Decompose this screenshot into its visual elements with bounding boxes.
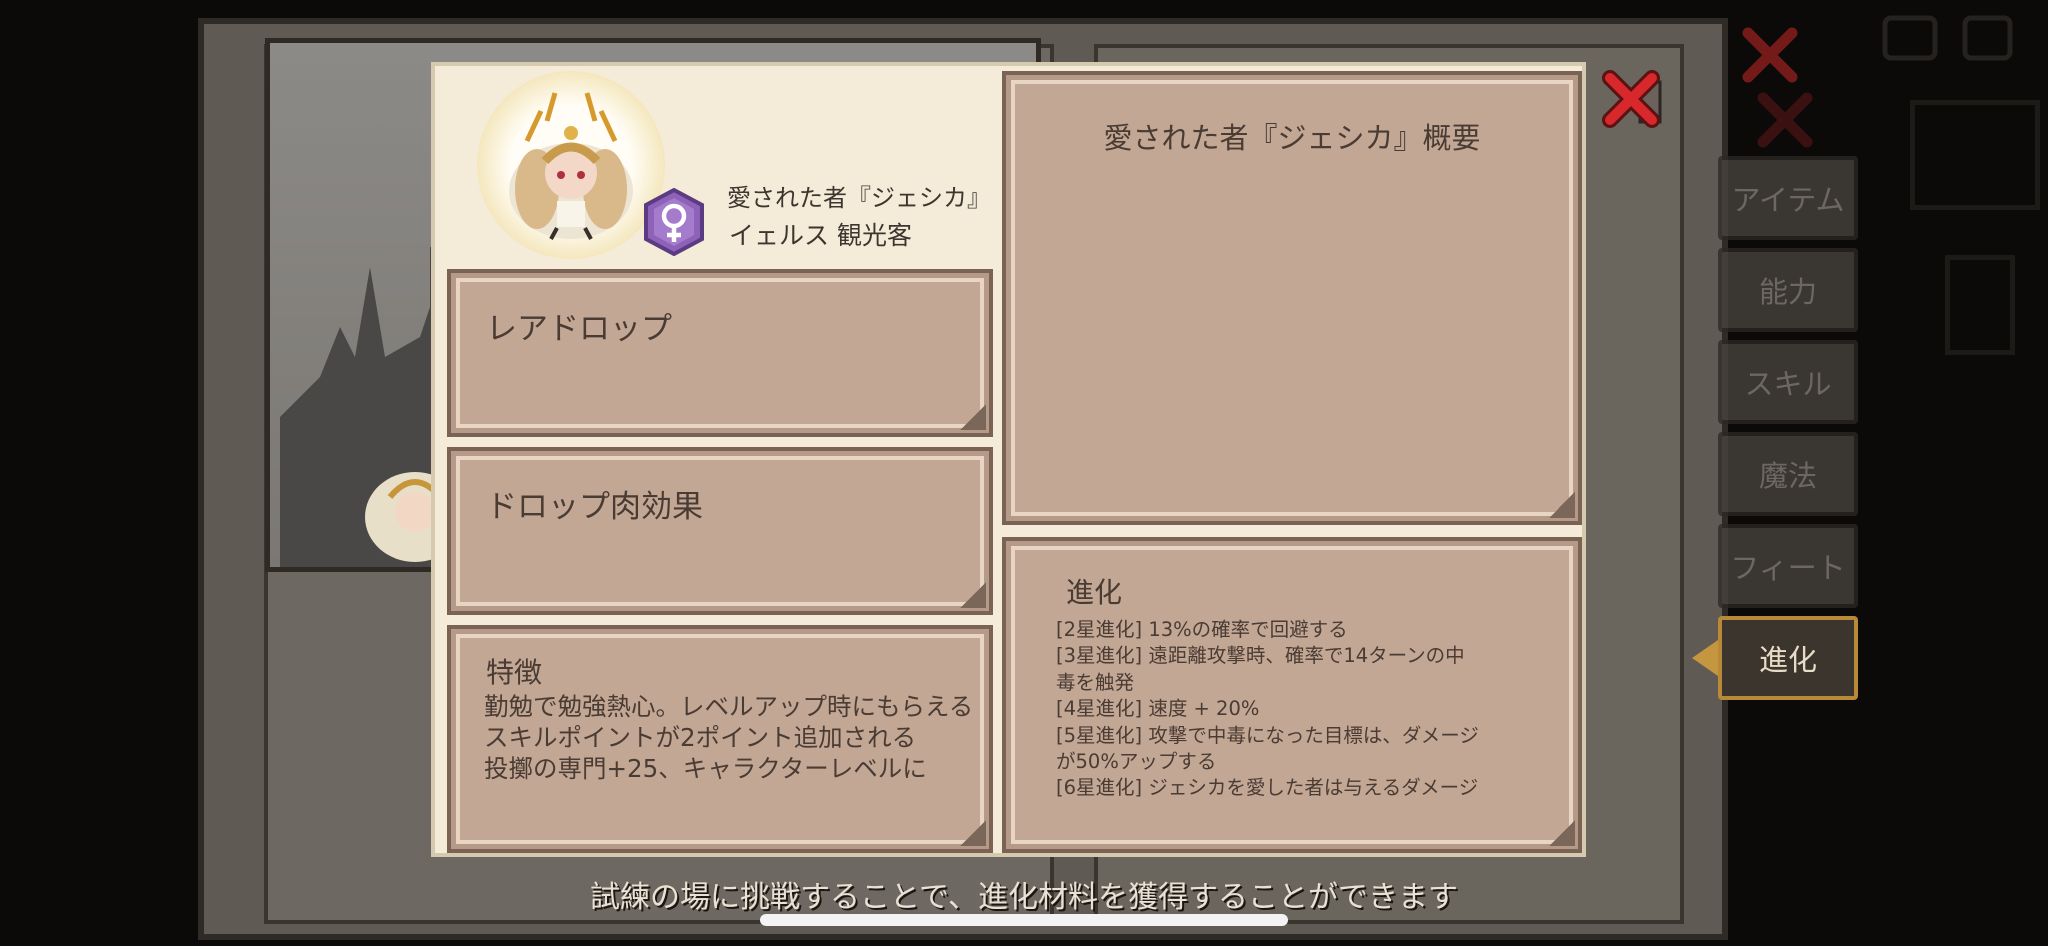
female-symbol-icon [644,188,704,256]
evolution-panel[interactable]: 進化 [2星進化] 13%の確率で回避する [3星進化] 遠距離攻撃時、確率で1… [1002,537,1582,853]
evolution-line: [2星進化] 13%の確率で回避する [1056,618,1348,641]
evolution-list: [2星進化] 13%の確率で回避する [3星進化] 遠距離攻撃時、確率で14ター… [1056,617,1556,827]
traits-body: 勤勉で勉強熱心。レベルアップ時にもらえるスキルポイントが2ポイント追加される 投… [484,692,974,783]
background-frame-decoration [1910,100,2040,210]
evolution-title: 進化 [1066,576,1123,609]
tab-item[interactable]: アイテム [1718,156,1858,240]
summary-title: 愛された者『ジェシカ』概要 [1103,121,1481,155]
close-icon[interactable] [1600,68,1666,134]
background-slot-decoration [1945,255,2015,355]
background-top-icons [1882,15,2013,61]
tab-skill[interactable]: スキル [1718,340,1858,424]
summary-panel: 愛された者『ジェシカ』概要 [1002,71,1582,525]
rare-drop-panel: レアドロップ [447,269,993,437]
tab-evolution[interactable]: 進化 [1692,616,1858,700]
evolution-line: [5星進化] 攻撃で中毒になった目標は、ダメージ [1056,723,1479,747]
hint-text: 試練の場に挑戦することで、進化材料を獲得することができます [590,880,1458,915]
tab-ability[interactable]: 能力 [1718,248,1858,332]
background-close-icon [1742,27,1798,83]
traits-panel[interactable]: 特徴 勤勉で勉強熱心。レベルアップ時にもらえるスキルポイントが2ポイント追加され… [447,625,993,853]
evolution-line: [4星進化] 速度 + 20% [1056,697,1260,721]
evolution-line: 毒を触発 [1056,670,1135,694]
character-detail-dialog: 愛された者『ジェシカ』 イェルス 観光客 レアドロップ ドロップ肉効果 特徴 勤… [431,62,1586,857]
tab-magic[interactable]: 魔法 [1718,432,1858,516]
character-name: 愛された者『ジェシカ』 [727,184,991,212]
meat-effect-title: ドロップ肉効果 [486,489,703,525]
character-sprite-icon [509,92,633,240]
home-indicator[interactable] [760,914,1288,926]
background-close-icon-2 [1757,92,1813,148]
character-title: イェルス 観光客 [729,221,912,250]
rare-drop-title: レアドロップ [486,311,672,347]
traits-title: 特徴 [486,656,543,689]
evolution-line: [6星進化] ジェシカを愛した者は与えるダメージ [1056,776,1479,800]
evolution-line: [3星進化] 遠距離攻撃時、確率で14ターンの中 [1056,644,1465,668]
meat-effect-panel: ドロップ肉効果 [447,447,993,615]
side-tab-list: アイテム 能力 スキル 魔法 フィート 進化 [1692,156,1858,708]
character-portrait [477,71,665,259]
tab-feat[interactable]: フィート [1718,524,1858,608]
evolution-line: が50%アップする [1056,750,1217,774]
